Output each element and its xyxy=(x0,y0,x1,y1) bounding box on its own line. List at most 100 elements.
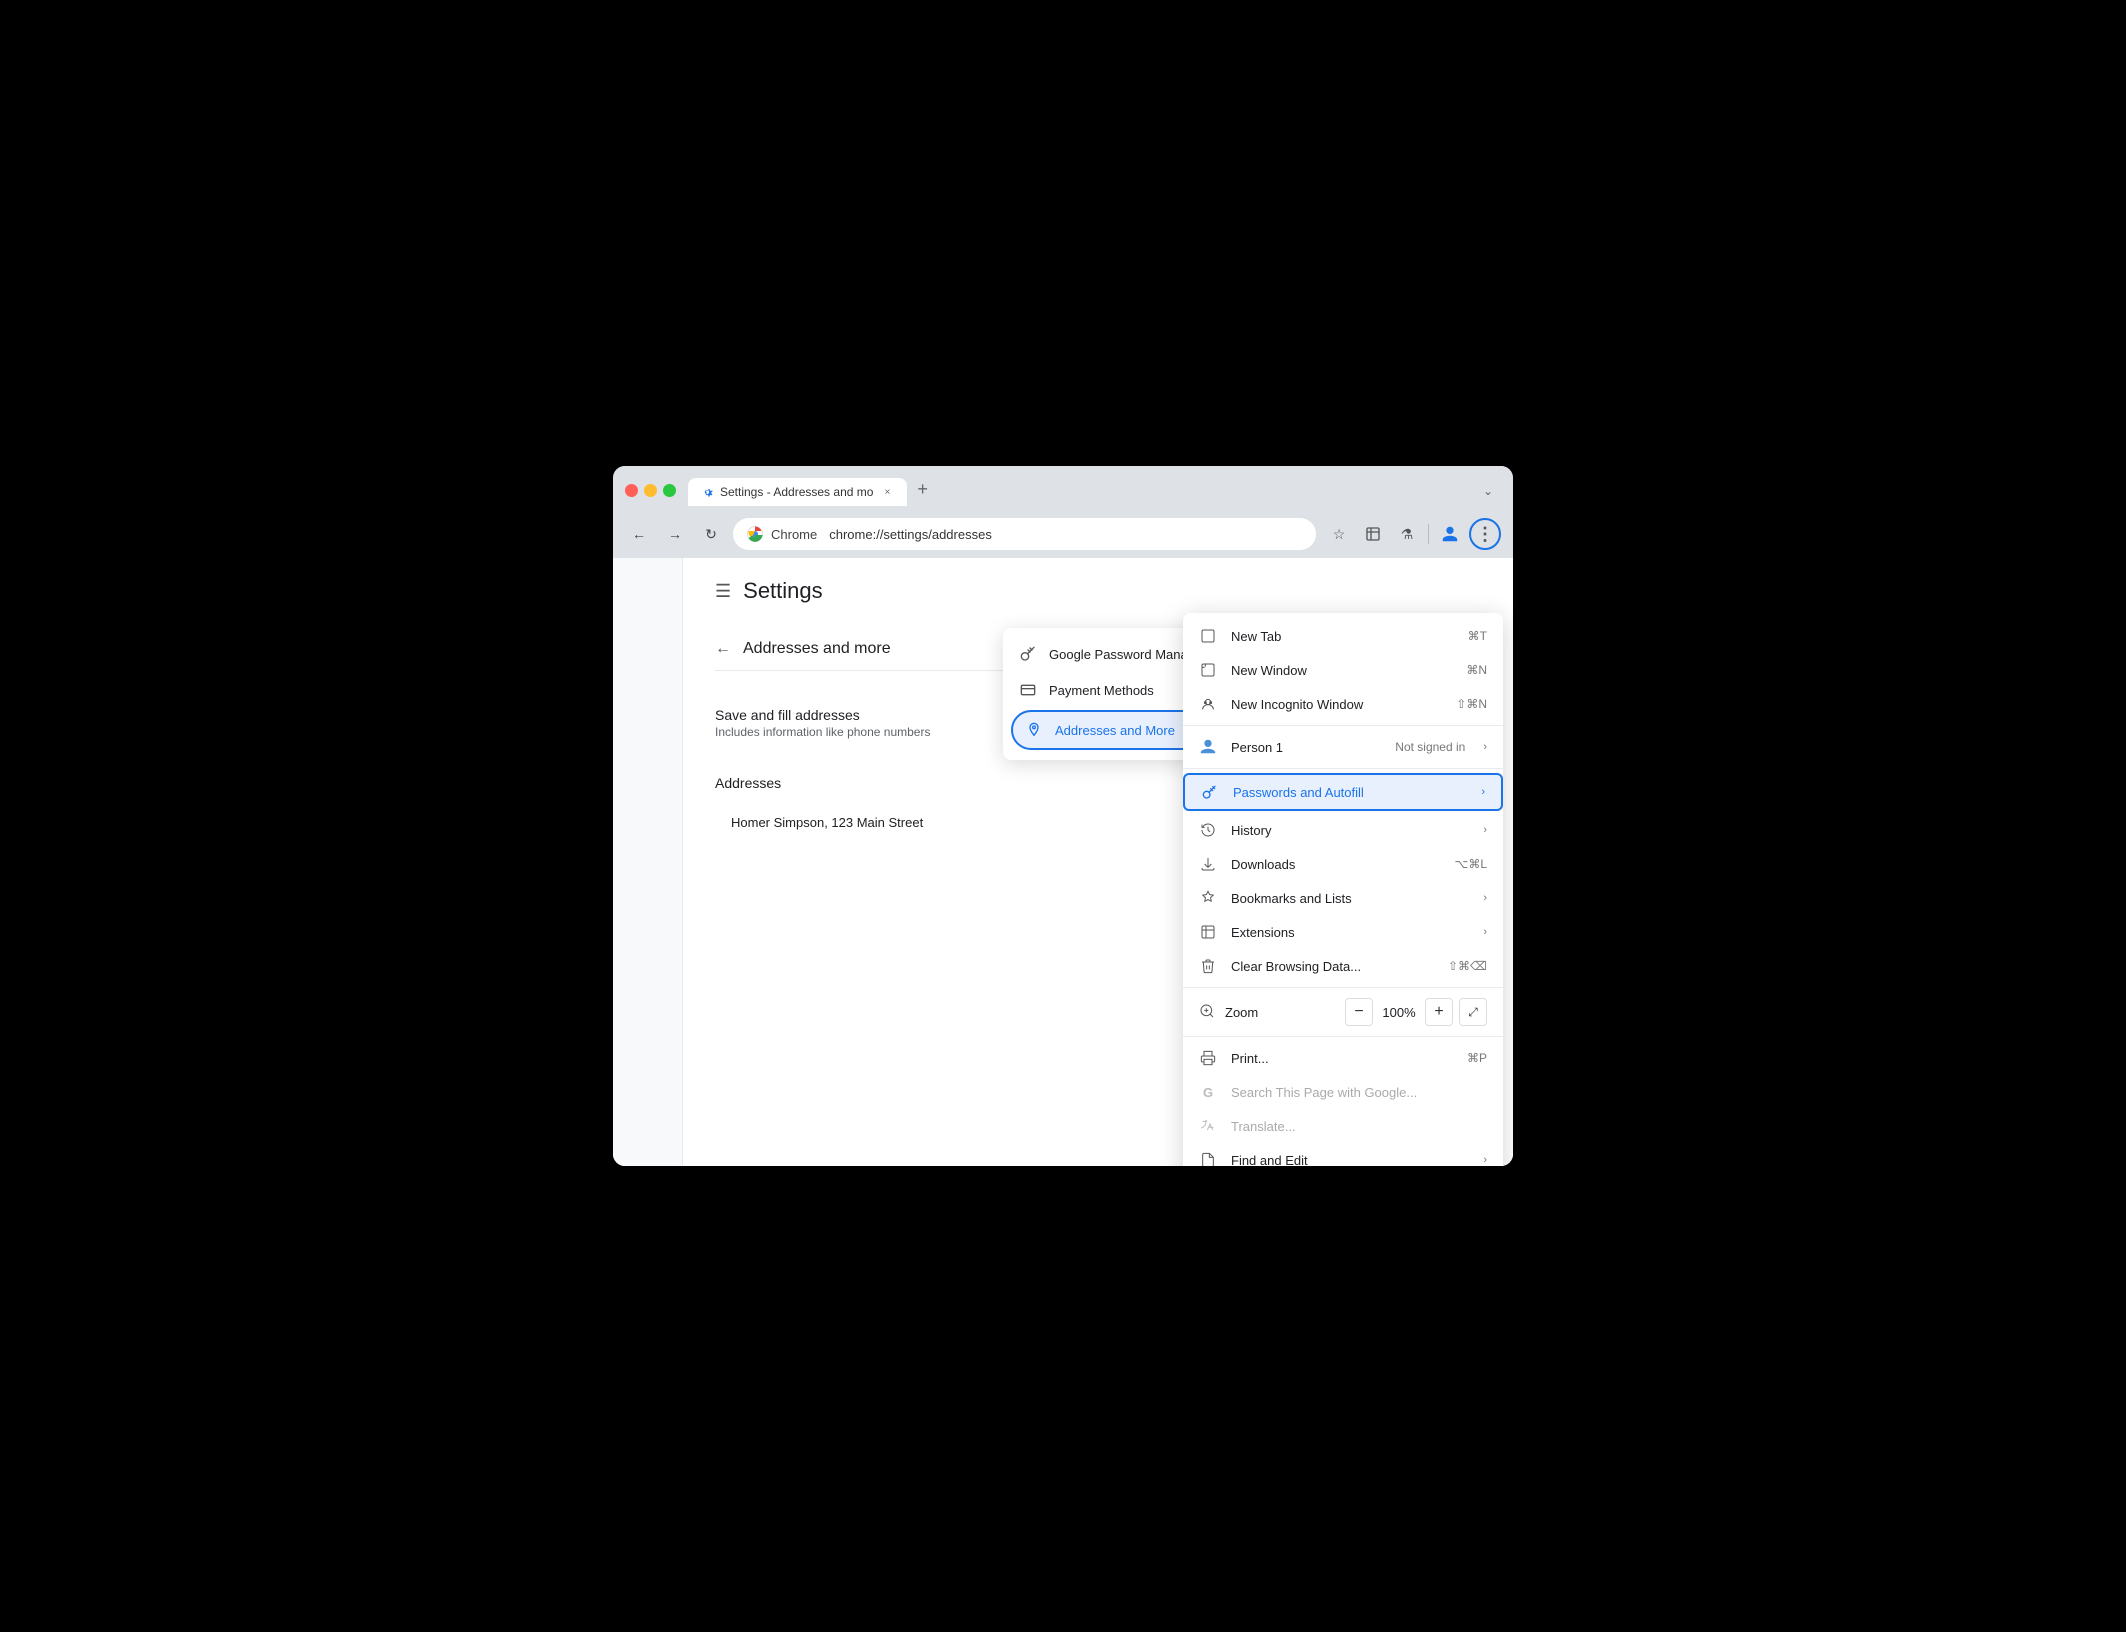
profile-button[interactable] xyxy=(1435,519,1465,549)
title-bar: Settings - Addresses and mo × + ⌄ xyxy=(613,466,1513,512)
page-content: ☰ Settings ← Addresses and more Save and… xyxy=(613,558,1513,1166)
bookmarks-icon xyxy=(1199,889,1217,907)
google-g-icon: G xyxy=(1199,1083,1217,1101)
history-chevron: › xyxy=(1483,824,1487,836)
tabs-row: Settings - Addresses and mo × + ⌄ xyxy=(688,474,1501,506)
minimize-button[interactable] xyxy=(644,484,657,497)
menu-item-downloads[interactable]: Downloads ⌥⌘L xyxy=(1183,847,1503,881)
extensions-icon xyxy=(1199,923,1217,941)
zoom-row: Zoom − 100% + ⤢ xyxy=(1183,992,1503,1032)
zoom-controls: − 100% + ⤢ xyxy=(1345,998,1487,1026)
credit-card-icon xyxy=(1019,681,1037,699)
close-button[interactable] xyxy=(625,484,638,497)
menu-item-new-tab[interactable]: New Tab ⌘T xyxy=(1183,619,1503,653)
forward-button[interactable]: → xyxy=(661,520,689,548)
maximize-button[interactable] xyxy=(663,484,676,497)
menu-item-clear-browsing[interactable]: Clear Browsing Data... ⇧⌘⌫ xyxy=(1183,949,1503,983)
downloads-shortcut: ⌥⌘L xyxy=(1454,857,1487,871)
menu-item-translate: Translate... xyxy=(1183,1109,1503,1143)
new-tab-button[interactable]: + xyxy=(907,474,938,504)
refresh-button[interactable]: ↻ xyxy=(697,520,725,548)
autofill-payment-label: Payment Methods xyxy=(1049,683,1154,698)
bookmarks-label: Bookmarks and Lists xyxy=(1231,891,1465,906)
extensions-label: Extensions xyxy=(1231,925,1465,940)
history-label: History xyxy=(1231,823,1465,838)
zoom-plus-button[interactable]: + xyxy=(1425,998,1453,1026)
tab-title: Settings - Addresses and mo xyxy=(720,485,873,499)
window-controls xyxy=(625,484,676,497)
address-brand: Chrome xyxy=(771,527,817,542)
print-shortcut: ⌘P xyxy=(1467,1051,1487,1065)
print-icon xyxy=(1199,1049,1217,1067)
new-tab-shortcut: ⌘T xyxy=(1468,629,1487,643)
person-row[interactable]: Person 1 Not signed in › xyxy=(1183,730,1503,764)
passwords-chevron: › xyxy=(1481,786,1485,798)
translate-icon xyxy=(1199,1117,1217,1135)
menu-item-search-page: G Search This Page with Google... xyxy=(1183,1075,1503,1109)
incognito-label: New Incognito Window xyxy=(1231,697,1442,712)
settings-sidebar xyxy=(613,558,683,1166)
downloads-icon xyxy=(1199,855,1217,873)
tab-favicon-icon xyxy=(700,485,714,499)
print-label: Print... xyxy=(1231,1051,1453,1066)
page-section-title: Addresses and more xyxy=(743,640,891,658)
menu-divider-1 xyxy=(1183,725,1503,726)
passwords-label: Passwords and Autofill xyxy=(1233,785,1463,800)
new-window-icon xyxy=(1199,661,1217,679)
clear-browsing-shortcut: ⇧⌘⌫ xyxy=(1448,959,1487,973)
zoom-expand-button[interactable]: ⤢ xyxy=(1459,998,1487,1026)
address-bar[interactable]: Chrome chrome://settings/addresses xyxy=(733,518,1316,550)
new-window-label: New Window xyxy=(1231,663,1452,678)
hamburger-icon[interactable]: ☰ xyxy=(715,581,731,602)
person-chevron: › xyxy=(1483,741,1487,753)
menu-divider-4 xyxy=(1183,1036,1503,1037)
menu-item-find-edit[interactable]: Find and Edit › xyxy=(1183,1143,1503,1166)
browser-window: Settings - Addresses and mo × + ⌄ ← → ↻ … xyxy=(613,466,1513,1166)
menu-item-passwords-autofill[interactable]: Passwords and Autofill › xyxy=(1183,773,1503,811)
bookmarks-chevron: › xyxy=(1483,892,1487,904)
new-window-shortcut: ⌘N xyxy=(1466,663,1487,677)
nav-divider xyxy=(1428,524,1429,544)
more-button[interactable]: ⋮ xyxy=(1469,518,1501,550)
chrome-menu: New Tab ⌘T New Window ⌘N xyxy=(1183,613,1503,1166)
incognito-icon xyxy=(1199,695,1217,713)
address-favicon-icon xyxy=(747,526,763,542)
menu-item-incognito[interactable]: New Incognito Window ⇧⌘N xyxy=(1183,687,1503,721)
translate-label: Translate... xyxy=(1231,1119,1487,1134)
incognito-shortcut: ⇧⌘N xyxy=(1456,697,1487,711)
autofill-addresses-label: Addresses and More xyxy=(1055,723,1175,738)
menu-item-extensions[interactable]: Extensions › xyxy=(1183,915,1503,949)
zoom-label: Zoom xyxy=(1225,1005,1335,1020)
nav-icons: ☆ ⚗ ⋮ xyxy=(1324,518,1501,550)
zoom-minus-button[interactable]: − xyxy=(1345,998,1373,1026)
zoom-value: 100% xyxy=(1379,1005,1419,1020)
find-edit-chevron: › xyxy=(1483,1154,1487,1166)
experiment-button[interactable]: ⚗ xyxy=(1392,519,1422,549)
tab-close-button[interactable]: × xyxy=(879,484,895,500)
passwords-icon xyxy=(1201,783,1219,801)
menu-item-history[interactable]: History › xyxy=(1183,813,1503,847)
trash-icon xyxy=(1199,957,1217,975)
menu-item-new-window[interactable]: New Window ⌘N xyxy=(1183,653,1503,687)
history-icon xyxy=(1199,821,1217,839)
search-page-label: Search This Page with Google... xyxy=(1231,1085,1487,1100)
find-icon xyxy=(1199,1151,1217,1166)
zoom-icon xyxy=(1199,1003,1215,1022)
extension-button[interactable] xyxy=(1358,519,1388,549)
new-tab-menu-icon xyxy=(1199,627,1217,645)
bookmark-button[interactable]: ☆ xyxy=(1324,519,1354,549)
active-tab[interactable]: Settings - Addresses and mo × xyxy=(688,478,907,506)
menu-divider-2 xyxy=(1183,768,1503,769)
tab-list-button[interactable]: ⌄ xyxy=(1475,480,1501,502)
person-icon xyxy=(1199,738,1217,756)
page-back-button[interactable]: ← xyxy=(715,640,731,658)
menu-item-bookmarks[interactable]: Bookmarks and Lists › xyxy=(1183,881,1503,915)
clear-browsing-label: Clear Browsing Data... xyxy=(1231,959,1434,974)
nav-bar: ← → ↻ Chrome chrome://settings/addresses… xyxy=(613,512,1513,558)
back-button[interactable]: ← xyxy=(625,520,653,548)
menu-item-print[interactable]: Print... ⌘P xyxy=(1183,1041,1503,1075)
downloads-label: Downloads xyxy=(1231,857,1440,872)
person-name: Person 1 xyxy=(1231,740,1381,755)
person-status: Not signed in xyxy=(1395,740,1465,754)
title-bar-top: Settings - Addresses and mo × + ⌄ xyxy=(625,474,1501,506)
